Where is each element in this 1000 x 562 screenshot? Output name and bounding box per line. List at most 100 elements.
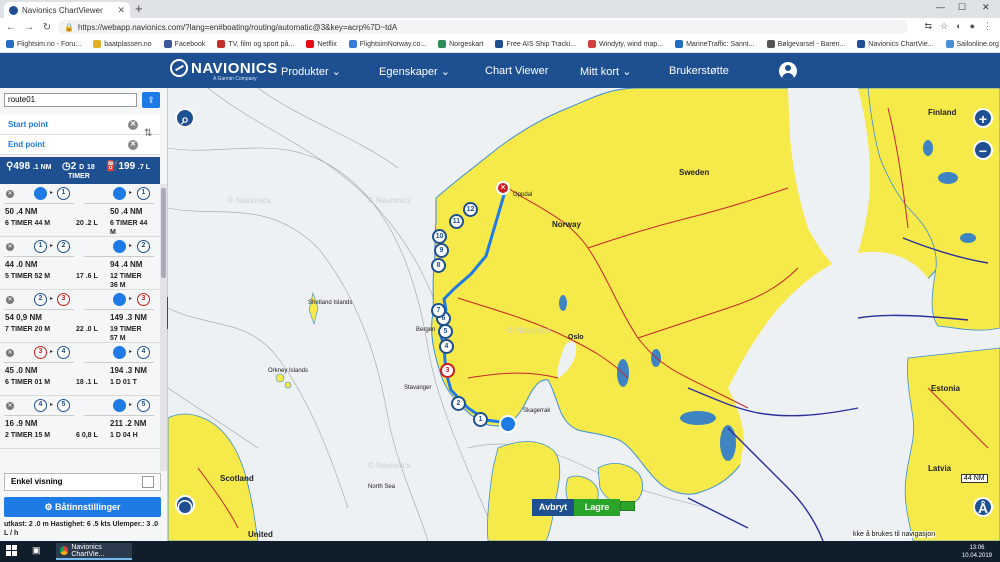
map-waypoint-marker[interactable]: 10 [432,229,447,244]
remove-leg-icon[interactable]: ✕ [6,243,14,251]
minimize-icon[interactable]: — [936,2,945,12]
chart-map[interactable]: © Navionics © Navionics © Navionics © Na… [168,88,1000,541]
waypoint-from-icon: 2 [34,293,47,306]
leg-distance: 54 0,9 NM [5,313,42,322]
map-waypoint-marker[interactable]: 2 [451,396,466,411]
map-waypoint-marker[interactable]: 8 [431,258,446,273]
map-waypoint-marker[interactable]: 12 [463,202,478,217]
remove-leg-icon[interactable]: ✕ [6,296,14,304]
translate-icon[interactable]: ⇆ [925,21,933,32]
system-clock[interactable]: 13:06 10.04.2019 [962,544,992,560]
close-tab-icon[interactable]: ✕ [117,5,125,16]
simple-view-toggle[interactable]: Enkel visning [4,473,161,491]
window-close-icon[interactable]: ✕ [982,2,990,13]
new-tab-icon[interactable]: + [135,1,143,16]
swap-points-icon[interactable]: ⇅ [144,128,152,139]
map-canvas: © Navionics © Navionics © Navionics © Na… [168,88,1000,541]
save-button[interactable]: Lagre [574,499,620,516]
remove-leg-icon[interactable]: ✕ [6,402,14,410]
end-marker-icon[interactable]: ✕ [496,181,510,195]
bookmark-item[interactable]: Bølgevarsel - Baren... [766,40,845,48]
menu-produkter[interactable]: Produkter ⌄ [281,65,341,78]
bookmark-star-icon[interactable]: ☆ [940,21,948,32]
route-leg[interactable]: ✕ 2 ▸ 3 ▸ 3 54 0,9 NM 149 .3 NM 7 TIMER 20 M 22 .… [0,290,160,343]
remove-end-icon[interactable]: ✕ [128,140,138,150]
windows-start-icon[interactable] [6,545,18,557]
chrome-icon [60,546,69,555]
waypoint-cumulative-icon: 4 [137,346,150,359]
share-route-icon[interactable]: ⇪ [142,92,160,108]
map-waypoint-marker[interactable]: 7 [431,303,446,318]
route-leg[interactable]: ✕ 4 ▸ 5 ▸ 5 16 .9 NM 211 .2 NM 2 TIMER 15 M6 0,8… [0,396,160,449]
menu-chart-viewer[interactable]: Chart Viewer [485,65,548,77]
cancel-button[interactable]: Avbryt [532,499,574,516]
arrow-icon: ▸ [50,296,54,302]
simple-view-checkbox[interactable] [142,476,154,488]
arrow-icon: ▸ [129,190,133,196]
map-waypoint-marker[interactable]: 3 [440,363,455,378]
remove-start-icon[interactable]: ✕ [128,120,138,130]
navionics-logo[interactable]: NAVIONICS [170,59,278,77]
maximize-icon[interactable]: ☐ [958,2,966,13]
remove-leg-icon[interactable]: ✕ [6,349,14,357]
zoom-in-button[interactable]: + [973,108,993,128]
bookmark-item[interactable]: Windyty, wind map... [588,40,663,48]
back-icon[interactable]: ← [4,22,18,33]
reload-icon[interactable]: ↻ [40,22,54,33]
menu-egenskaper[interactable]: Egenskaper ⌄ [379,65,450,78]
start-point-row[interactable]: Start point ✕ [0,115,160,135]
bookmark-item[interactable]: Sailonline.org - Onli... [945,40,1000,48]
map-waypoint-marker[interactable]: 1 [473,412,488,427]
bookmark-item[interactable]: Netflix [306,40,337,48]
boat-settings-button[interactable]: ⚙ Båtinnstillinger [4,497,161,517]
user-avatar-icon[interactable] [779,62,797,80]
bookmark-item[interactable]: Free AIS Ship Tracki... [495,40,576,48]
cumulative-distance: 94 .4 NM [110,260,143,269]
menu-icon[interactable]: ⋮ [983,21,992,32]
navionics-favicon [9,5,18,15]
bookmark-favicon-icon [857,40,866,48]
total-time: ◷2 D 18 [62,161,95,172]
compass-icon[interactable]: ◯ [175,495,195,515]
menu-mitt-kort[interactable]: Mitt kort ⌄ [580,65,631,78]
logo-icon [170,59,188,77]
bookmark-item[interactable]: Flightsim.no - Foru... [6,40,81,48]
route-mode-icon[interactable]: Å [973,497,993,517]
task-view-icon[interactable]: ▣ [32,545,41,556]
site-header: NAVIONICS A Garmin Company Produkter ⌄ E… [0,53,1000,88]
forward-icon[interactable]: → [22,22,36,33]
bookmark-item[interactable]: TV, film og sport på... [217,40,294,48]
bookmark-item[interactable]: FlightsimNorway.co... [348,40,426,48]
map-waypoint-marker[interactable]: 5 [438,324,453,339]
profile-icon[interactable]: ● [970,21,975,32]
search-icon[interactable]: ⌕ [175,108,195,128]
end-point-row[interactable]: End point ✕ [0,135,160,155]
start-marker[interactable] [499,415,517,433]
arrow-icon: ▸ [129,243,133,249]
url-field[interactable]: 🔒 https://webapp.navionics.com/?lang=en#… [58,20,908,34]
leg-list-scrollbar[interactable] [160,184,167,471]
route-leg[interactable]: ✕ 3 ▸ 4 ▸ 4 45 .0 NM 194 .3 NM 6 TIMER 01 M 18 .1… [0,343,160,396]
bookmark-item[interactable]: MarineTraffic: Sannt... [675,40,755,48]
extension-icon[interactable]: ◐ [956,21,961,32]
menu-brukerstotte[interactable]: Brukerstøtte [669,65,729,77]
zoom-out-button[interactable]: − [973,140,993,160]
cumulative-time: 12 TIMER [110,273,142,280]
bookmark-favicon-icon [306,40,315,48]
map-waypoint-marker[interactable]: 9 [434,243,449,258]
bookmark-item[interactable]: Norgeskart [438,40,483,48]
bookmark-item[interactable]: Facebook [163,40,205,48]
route-name-input[interactable]: route01 [4,93,137,107]
url-text: https://webapp.navionics.com/?lang=en#bo… [77,22,398,32]
map-waypoint-marker[interactable]: 4 [439,339,454,354]
route-leg[interactable]: ✕ 1 ▸ 2 ▸ 2 44 .0 NM 94 .4 NM 5 TIMER 52 M 17 .6 … [0,237,160,290]
bookmark-item[interactable]: Navionics ChartVie... [857,40,934,48]
route-start-icon [113,293,126,306]
map-waypoint-marker[interactable]: 11 [449,214,464,229]
taskbar-chrome-item[interactable]: Navionics ChartVie... [56,543,132,560]
bookmark-item[interactable]: baatplassen.no [93,40,152,48]
browser-tab[interactable]: Navionics ChartViewer ✕ [4,2,130,18]
route-leg[interactable]: ✕ ▸ 1 ▸ 1 50 .4 NM 50 .4 NM 6 TIMER 44 M 20 .2 L… [0,184,160,237]
total-fuel: ⛽199 .7 L [106,161,150,172]
remove-leg-icon[interactable]: ✕ [6,190,14,198]
